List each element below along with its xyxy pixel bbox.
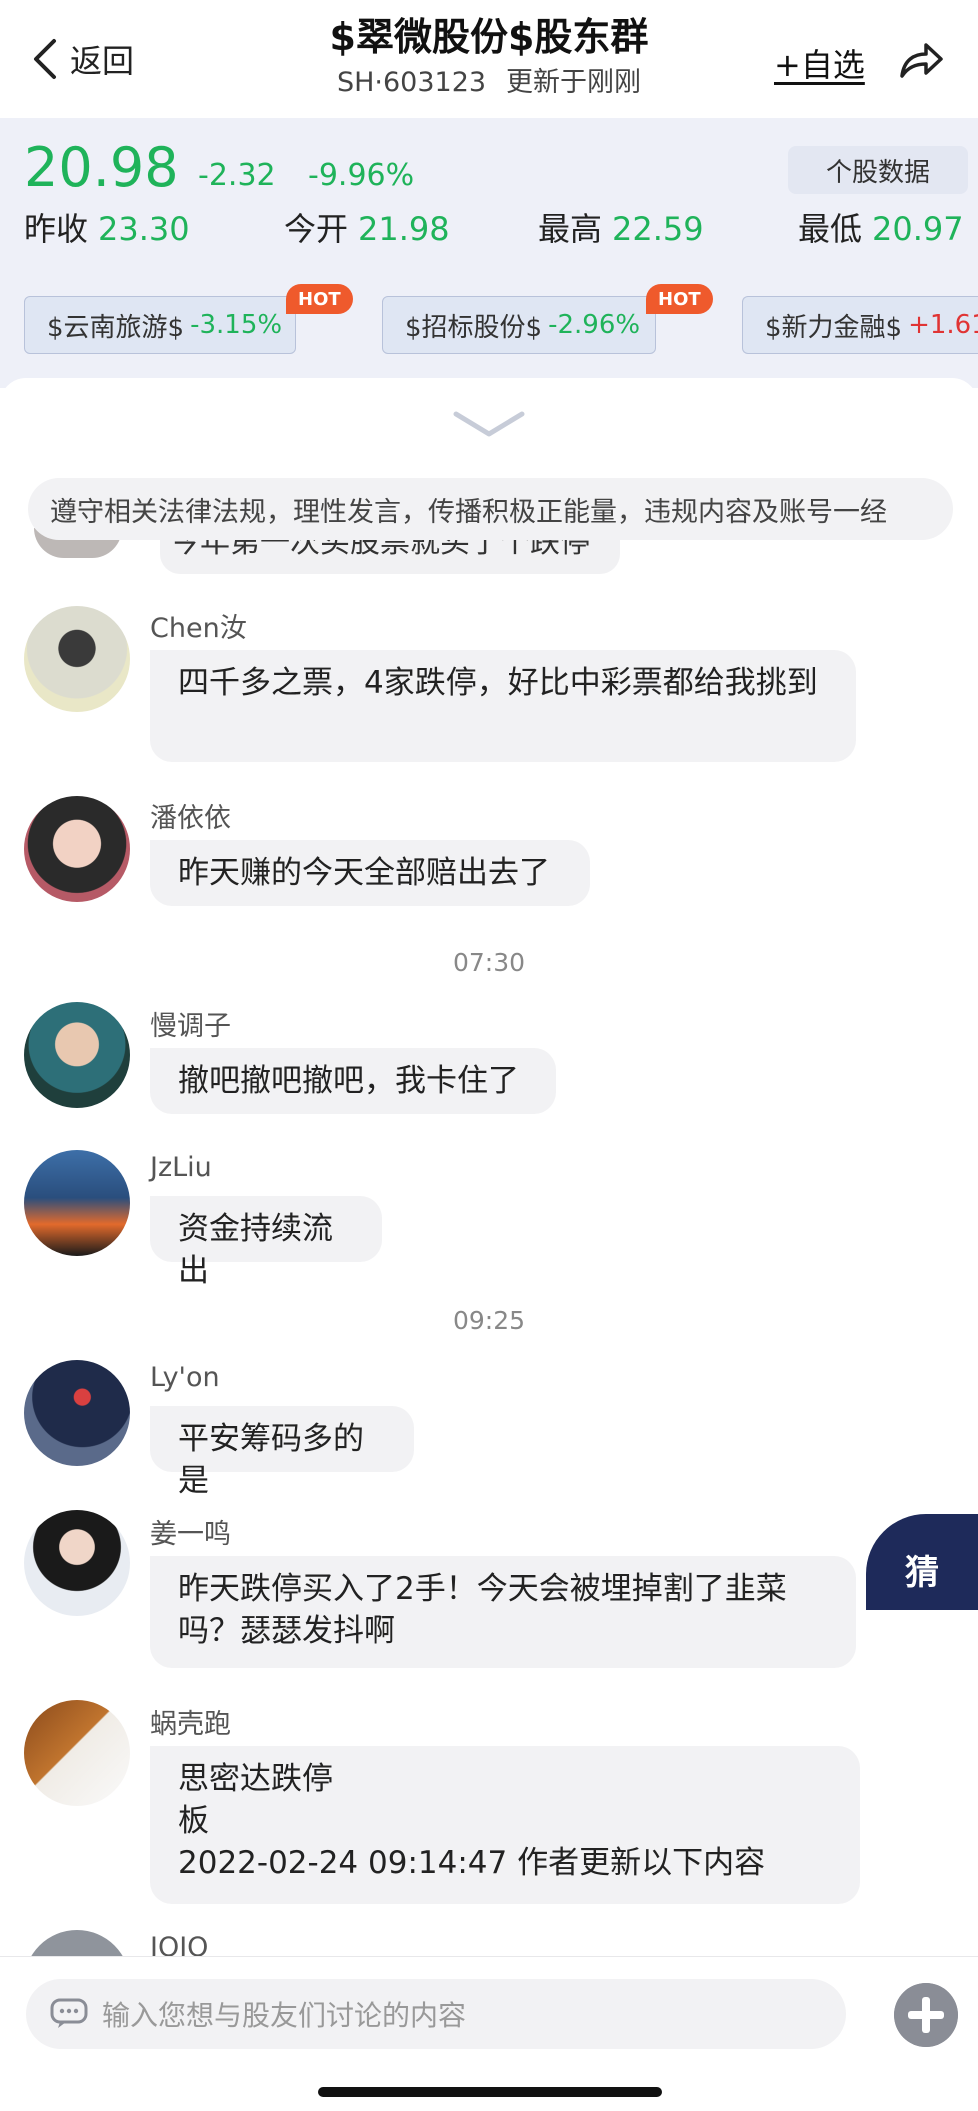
username[interactable]: 姜一鸣 [150, 1512, 231, 1551]
message-text: 四千多之票，4家跌停，好比中彩票都给我挑到 [178, 665, 818, 701]
home-indicator[interactable] [318, 2087, 662, 2097]
stat-high: 最高 22.59 [538, 204, 704, 250]
price-change: -2.32 [198, 158, 276, 193]
share-icon[interactable] [898, 40, 944, 80]
chip-change: +1.61% [908, 310, 978, 340]
message-bubble: 资金持续流出 [150, 1196, 382, 1289]
avatar[interactable] [24, 1930, 130, 1958]
add-watchlist-button[interactable]: +自选 [774, 40, 865, 86]
stock-code: SH·603123 [336, 67, 487, 98]
username[interactable]: 蜗壳跑 [150, 1702, 231, 1741]
chip-change: -2.96% [548, 310, 641, 340]
avatar[interactable] [24, 1360, 130, 1466]
price-change-percent: -9.96% [308, 158, 415, 193]
username[interactable]: Ly'on [150, 1362, 220, 1393]
stat-label: 昨收 [24, 210, 89, 248]
stock-data-button[interactable]: 个股数据 [788, 146, 968, 194]
stat-low: 最低 20.97 [798, 204, 964, 250]
chip-name: $招标股份$ [405, 312, 543, 343]
username[interactable]: Chen汝 [150, 606, 247, 645]
message-text: 昨天赚的今天全部赔出去了 [178, 855, 550, 891]
message-text: 昨天跌停买入了2手！今天会被埋掉割了韭菜吗？瑟瑟发抖啊 [178, 1571, 787, 1649]
stat-prev-close: 昨收 23.30 [24, 204, 190, 250]
stat-value: 23.30 [98, 210, 190, 248]
stat-label: 最低 [798, 210, 863, 248]
username[interactable]: 潘依依 [150, 796, 231, 835]
stat-value: 22.59 [612, 210, 704, 248]
message-bubble: 昨天跌停买入了2手！今天会被埋掉割了韭菜吗？瑟瑟发抖啊 [150, 1556, 856, 1668]
stat-label: 今开 [284, 210, 349, 248]
message-input[interactable]: 输入您想与股友们讨论的内容 [26, 1979, 846, 2049]
related-stock-chip[interactable]: $新力金融$+1.61% [742, 296, 978, 354]
top-bar: 返回 $翠微股份$股东群 SH·603123 更新于刚刚 +自选 [0, 0, 978, 118]
message-text: 撤吧撤吧撤吧，我卡住了 [178, 1063, 519, 1099]
input-bar: 输入您想与股友们讨论的内容 [0, 1956, 978, 2111]
community-notice: 遵守相关法律法规，理性发言，传播积极正能量，违规内容及账号一经 [28, 478, 953, 540]
related-stock-chip[interactable]: $云南旅游$ -3.15% [24, 296, 296, 354]
stat-label: 最高 [538, 210, 603, 248]
quote-panel: 20.98 -2.32 -9.96% 个股数据 昨收 23.30 今开 21.98 … [0, 118, 978, 388]
message-bubble: 四千多之票，4家跌停，好比中彩票都给我挑到 [150, 650, 856, 762]
message-text: 平安筹码多的是 [178, 1421, 364, 1499]
username[interactable]: 慢调子 [150, 1004, 231, 1043]
stat-value: 20.97 [872, 210, 964, 248]
time-divider: 07:30 [452, 948, 526, 977]
hot-badge: HOT [286, 284, 353, 314]
chevron-down-icon[interactable] [452, 410, 526, 440]
plus-icon[interactable] [894, 1983, 958, 2047]
avatar[interactable] [24, 1002, 130, 1108]
chip-name: $云南旅游$ [47, 312, 185, 343]
related-stock-chip[interactable]: $招标股份$ -2.96% [382, 296, 656, 354]
avatar[interactable] [24, 1700, 130, 1806]
username[interactable]: JOJO [150, 1932, 208, 1958]
chat-sheet: 今年第一次买股票就买了个跌停 遵守相关法律法规，理性发言，传播积极正能量，违规内… [0, 378, 978, 1958]
avatar[interactable] [24, 606, 130, 712]
message-bubble: 平安筹码多的是 [150, 1406, 414, 1499]
avatar[interactable] [24, 1150, 130, 1256]
chat-bubble-icon [50, 1998, 88, 2028]
message-bubble: 撤吧撤吧撤吧，我卡住了 [150, 1048, 556, 1114]
avatar[interactable] [24, 796, 130, 902]
stat-value: 21.98 [358, 210, 450, 248]
chip-name: $新力金融$ [765, 312, 903, 343]
time-divider: 09:25 [452, 1306, 526, 1335]
username[interactable]: JzLiu [150, 1152, 212, 1183]
message-text: 资金持续流出 [178, 1211, 333, 1289]
message-text: 2022-02-24 09:14:47 作者更新以下内容 [178, 1845, 766, 1881]
message-bubble: 昨天赚的今天全部赔出去了 [150, 840, 590, 906]
chip-change: -3.15% [190, 310, 283, 340]
hot-badge: HOT [646, 284, 713, 314]
input-placeholder: 输入您想与股友们讨论的内容 [102, 1999, 467, 2032]
message-bubble: 思密达跌停 板 2022-02-24 09:14:47 作者更新以下内容 [150, 1746, 860, 1904]
message-text: 板 [178, 1803, 209, 1839]
message-text: 思密达跌停 [178, 1761, 333, 1797]
current-price: 20.98 [24, 136, 179, 199]
avatar[interactable] [24, 1510, 130, 1616]
update-status: 更新于刚刚 [506, 67, 642, 98]
stat-open: 今开 21.98 [284, 204, 450, 250]
